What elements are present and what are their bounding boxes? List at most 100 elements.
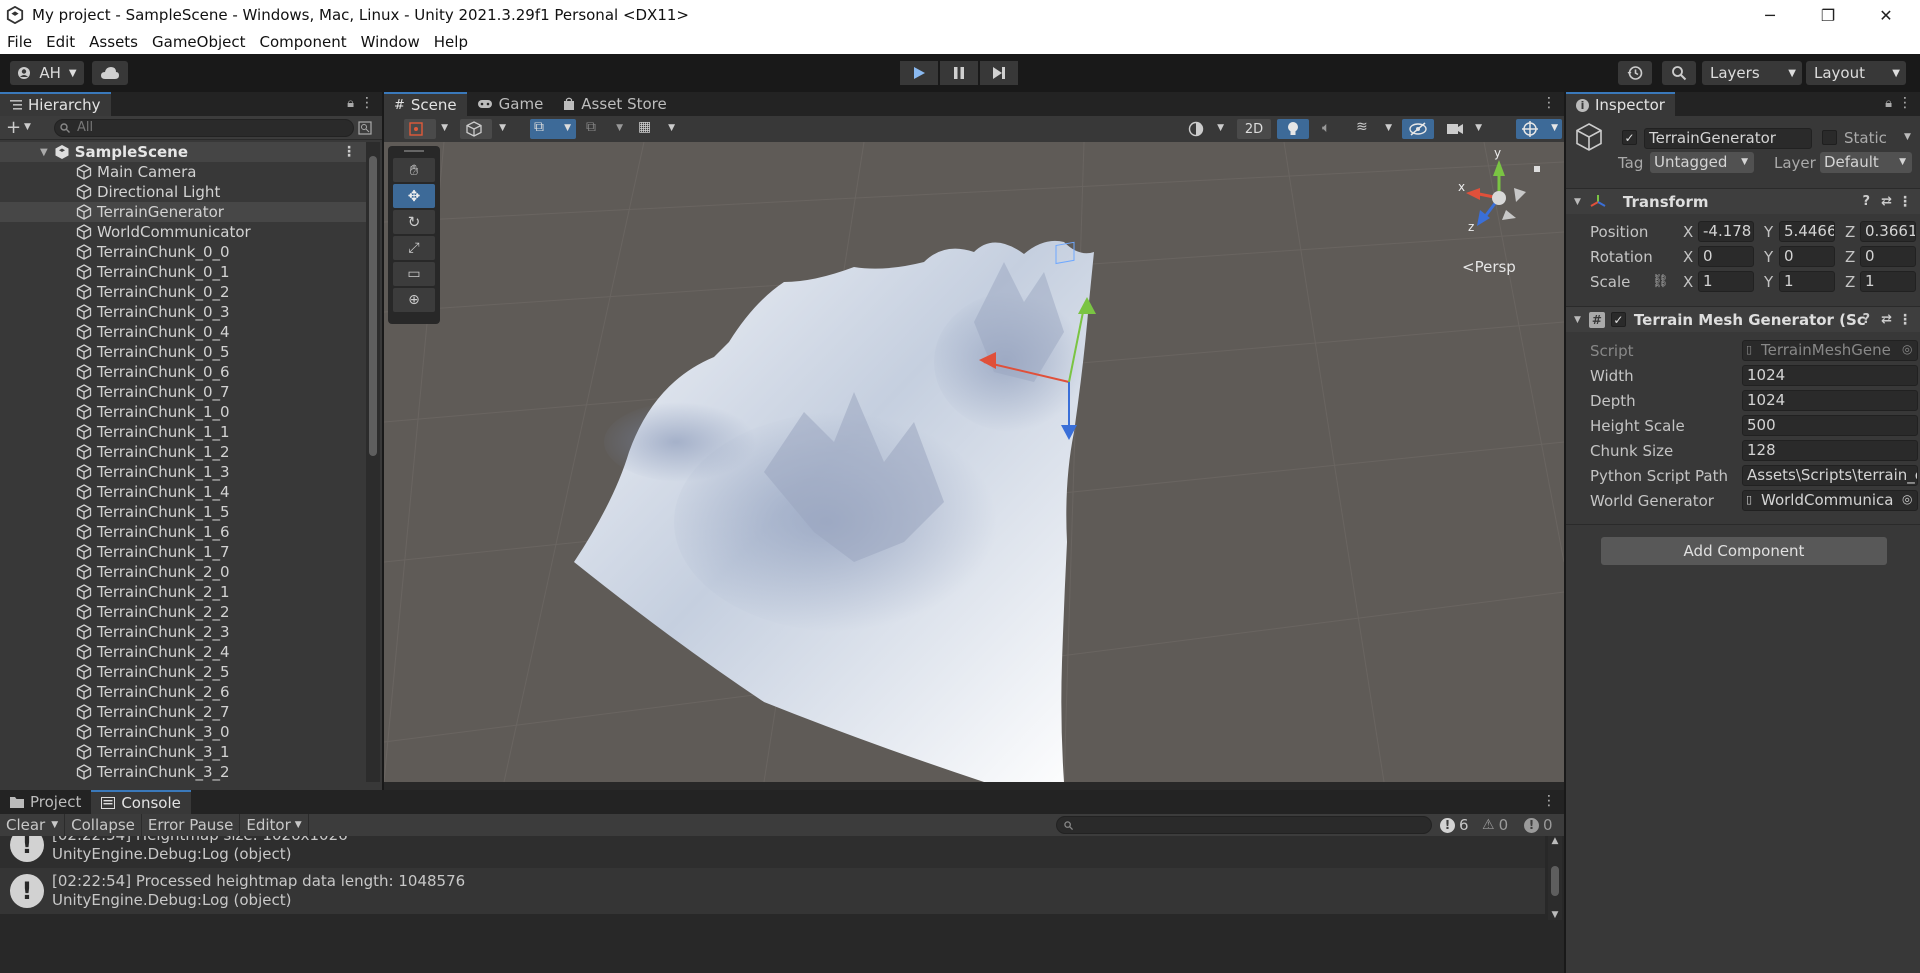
position-z-field[interactable]: 0.3661	[1860, 221, 1916, 242]
error-pause-button[interactable]: Error Pause	[142, 814, 241, 836]
hierarchy-item[interactable]: TerrainChunk_2_4	[0, 642, 366, 662]
tab-project[interactable]: Project	[0, 790, 91, 814]
more-options-icon[interactable]: ⋮	[1542, 95, 1556, 111]
hierarchy-scrollbar[interactable]	[366, 142, 380, 782]
hierarchy-item[interactable]: Main Camera	[0, 162, 366, 182]
scrollbar-thumb[interactable]	[1551, 866, 1559, 896]
layer-dropdown[interactable]: Default ▼	[1820, 152, 1912, 173]
terrain-mesh-generator-header[interactable]: ▼ # ✓ Terrain Mesh Generator (Sc ? ⇄ ⋮	[1566, 306, 1920, 332]
grid-snapping-button[interactable]: ⧉ ▼	[530, 119, 576, 139]
hierarchy-item[interactable]: TerrainChunk_2_1	[0, 582, 366, 602]
hierarchy-item[interactable]: TerrainChunk_0_2	[0, 282, 366, 302]
toggle-2d-button[interactable]: 2D	[1237, 119, 1271, 139]
ruler-button[interactable]: ▦ ▼	[634, 119, 680, 139]
expand-arrow-icon[interactable]: ▼	[1574, 197, 1581, 207]
more-options-icon[interactable]: ⋮	[1898, 95, 1912, 111]
close-button[interactable]: ✕	[1858, 0, 1914, 30]
hierarchy-item[interactable]: TerrainChunk_1_7	[0, 542, 366, 562]
draw-mode-button[interactable]: ▼	[404, 119, 448, 139]
active-checkbox[interactable]: ✓	[1622, 130, 1637, 145]
tab-asset-store[interactable]: Asset Store	[553, 92, 676, 116]
scene-menu-icon[interactable]: ⋮	[342, 144, 356, 160]
search-button[interactable]	[1662, 61, 1696, 85]
perspective-toggle[interactable]: <Persp	[1462, 258, 1516, 276]
hierarchy-item[interactable]: TerrainChunk_1_1	[0, 422, 366, 442]
menu-window[interactable]: Window	[354, 33, 427, 51]
menu-assets[interactable]: Assets	[82, 33, 145, 51]
hierarchy-item[interactable]: TerrainChunk_0_5	[0, 342, 366, 362]
help-icon[interactable]: ?	[1862, 194, 1870, 209]
maximize-button[interactable]: ❐	[1800, 0, 1856, 30]
expand-arrow-icon[interactable]: ▼	[1574, 315, 1581, 325]
palette-handle[interactable]	[388, 146, 440, 156]
world-generator-field[interactable]: WorldCommunica	[1742, 490, 1918, 511]
hierarchy-item[interactable]: TerrainChunk_0_6	[0, 362, 366, 382]
static-checkbox[interactable]	[1822, 130, 1837, 145]
scene-render[interactable]	[384, 142, 1564, 782]
hierarchy-item[interactable]: TerrainChunk_1_5	[0, 502, 366, 522]
more-options-icon[interactable]: ⋮	[360, 95, 374, 111]
hierarchy-item[interactable]: TerrainChunk_1_4	[0, 482, 366, 502]
component-menu-icon[interactable]: ⋮	[1898, 312, 1912, 328]
tab-game[interactable]: Game	[467, 92, 554, 116]
hierarchy-item[interactable]: TerrainChunk_3_1	[0, 742, 366, 762]
preset-icon[interactable]: ⇄	[1881, 194, 1892, 209]
log-entry[interactable]: ! [02:22:54] Heightmap size: 1026x1026 U…	[0, 836, 1545, 868]
hand-tool-button[interactable]: ✋︎	[393, 158, 435, 182]
tab-hierarchy[interactable]: Hierarchy	[0, 92, 111, 116]
console-scrollbar[interactable]: ▲ ▼	[1548, 836, 1562, 920]
tab-scene[interactable]: # Scene	[384, 92, 467, 116]
scene-viewport[interactable]: ✋︎ ✥ ↻ ⤢ ▭ ⊕ y x z <Persp	[384, 142, 1564, 782]
log-entry[interactable]: ! [02:22:54] Processed heightmap data le…	[0, 868, 1545, 914]
object-picker-icon[interactable]: ◎	[1902, 492, 1912, 506]
global-local-button[interactable]: ▼	[460, 119, 506, 139]
hierarchy-item[interactable]: TerrainChunk_2_3	[0, 622, 366, 642]
layout-dropdown[interactable]: Layout ▼	[1806, 61, 1906, 85]
hierarchy-item[interactable]: TerrainChunk_0_1	[0, 262, 366, 282]
hierarchy-item[interactable]: TerrainChunk_1_2	[0, 442, 366, 462]
hierarchy-item[interactable]: TerrainChunk_1_6	[0, 522, 366, 542]
camera-settings-button[interactable]: ▼	[1440, 119, 1486, 139]
rotate-tool-button[interactable]: ↻	[393, 210, 435, 234]
hierarchy-item[interactable]: TerrainChunk_2_0	[0, 562, 366, 582]
minimize-button[interactable]: ─	[1742, 0, 1798, 30]
transform-tool-button[interactable]: ⊕	[393, 288, 435, 312]
move-tool-button[interactable]: ✥	[393, 184, 435, 208]
account-dropdown[interactable]: AH ▼	[10, 61, 84, 85]
scale-y-field[interactable]: 1	[1779, 271, 1835, 292]
hierarchy-item[interactable]: TerrainChunk_2_2	[0, 602, 366, 622]
menu-file[interactable]: File	[0, 33, 39, 51]
pause-button[interactable]	[940, 61, 978, 85]
audio-toggle[interactable]: 🔈︎	[1314, 119, 1346, 139]
hierarchy-item[interactable]: Directional Light	[0, 182, 366, 202]
hierarchy-item[interactable]: TerrainChunk_2_6	[0, 682, 366, 702]
console-search-input[interactable]	[1056, 816, 1432, 834]
terrain-mesh[interactable]	[574, 240, 1094, 782]
lock-icon[interactable]: 🔒︎	[347, 96, 354, 111]
hierarchy-item[interactable]: TerrainChunk_0_3	[0, 302, 366, 322]
rect-tool-button[interactable]: ▭	[393, 262, 435, 286]
editor-dropdown[interactable]: Editor ▼	[240, 814, 309, 836]
lighting-toggle[interactable]	[1277, 119, 1309, 139]
component-menu-icon[interactable]: ⋮	[1898, 194, 1912, 210]
tab-console[interactable]: Console	[91, 790, 191, 814]
menu-gameobject[interactable]: GameObject	[145, 33, 253, 51]
warning-count-toggle[interactable]: ⚠ 0	[1482, 814, 1508, 836]
gizmos-button[interactable]: ▼	[1516, 119, 1562, 139]
hierarchy-item[interactable]: TerrainChunk_2_7	[0, 702, 366, 722]
scrollbar-thumb[interactable]	[369, 156, 377, 456]
chevron-down-icon[interactable]: ▼	[1904, 132, 1911, 142]
hierarchy-item[interactable]: TerrainChunk_1_0	[0, 402, 366, 422]
scroll-up-icon[interactable]: ▲	[1548, 836, 1562, 846]
log-count-toggle[interactable]: ! 6	[1440, 814, 1469, 836]
more-options-icon[interactable]: ⋮	[1542, 793, 1556, 809]
shading-mode-button[interactable]: ▼	[1182, 119, 1228, 139]
height-scale-field[interactable]: 500	[1742, 415, 1918, 436]
add-component-button[interactable]: Add Component	[1601, 537, 1887, 565]
hidden-objects-toggle[interactable]	[1402, 119, 1434, 139]
rotation-y-field[interactable]: 0	[1779, 246, 1835, 267]
scale-tool-button[interactable]: ⤢	[393, 236, 435, 260]
play-button[interactable]	[900, 61, 938, 85]
position-y-field[interactable]: 5.4466	[1779, 221, 1835, 242]
hierarchy-search-input[interactable]: All	[54, 119, 354, 137]
